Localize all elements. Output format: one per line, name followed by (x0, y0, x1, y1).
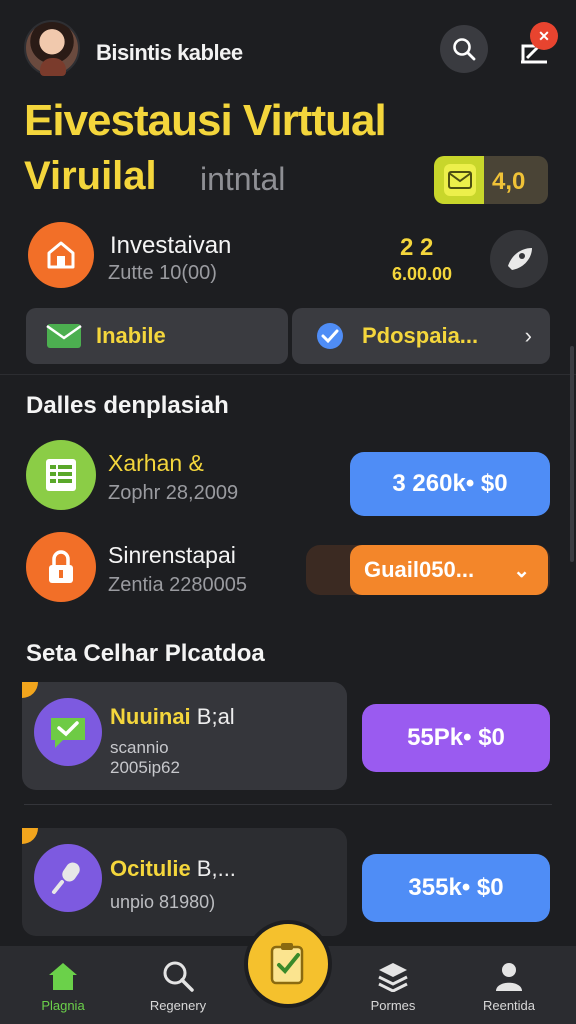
page-title: Eivestausi Virttual (24, 96, 387, 145)
user-icon (491, 958, 527, 994)
asset-dropdown-label: Guail050... (364, 557, 475, 582)
search-button[interactable] (440, 25, 488, 73)
product-card[interactable]: Ocitulie B,... unpio 81980) (22, 828, 347, 936)
quick-action-right[interactable]: Pdospaia... › (292, 308, 550, 364)
quick-action-left[interactable]: Inabile (26, 308, 288, 364)
avatar-shirt (40, 58, 66, 76)
card-value-button[interactable]: 355k• $0 (362, 854, 550, 922)
asset-dropdown[interactable]: Guail050... ⌄ (350, 545, 548, 595)
nav-search[interactable]: Regenery (128, 946, 228, 1024)
chat-check-icon (34, 698, 102, 766)
mail-chart-icon (44, 321, 84, 351)
investment-amount: 6.00.00 (392, 264, 453, 284)
nav-account[interactable]: Reentida (459, 946, 559, 1024)
investment-action-button[interactable] (490, 230, 548, 288)
checklist-icon (270, 943, 304, 985)
app-header: Bisintis kablee ✕ (0, 0, 576, 100)
asset-value-button[interactable]: 3 260k• $0 (350, 452, 550, 516)
card-title: Nuuinai B;al (110, 704, 235, 729)
chevron-down-icon: ⌄ (513, 559, 530, 582)
lock-icon (26, 532, 96, 602)
card-value-button[interactable]: 55Pk• $0 (362, 704, 550, 772)
stack-icon (375, 958, 411, 994)
section-title-1: Dalles denplasiah (26, 392, 229, 419)
investment-summary[interactable]: Investaivan Zutte 10(00) 2 2 6.00.00 (20, 220, 556, 292)
search-icon (453, 38, 476, 61)
investment-title: Investaivan (110, 232, 232, 259)
product-card[interactable]: Nuuinai B;al scannio 2005ip62 (22, 682, 347, 790)
balance-value: 4,0 (492, 168, 526, 195)
section-title-2: Seta Celhar Plcatdoa (26, 640, 265, 667)
nav-search-label: Regenery (149, 998, 207, 1013)
balance-chip[interactable]: 4,0 (434, 156, 548, 204)
quick-action-right-label: Pdospaia... (362, 323, 479, 348)
account-name: Bisintis kablee (96, 40, 243, 65)
card-detail: 2005ip62 (110, 758, 180, 777)
nav-home[interactable]: Plagnia (13, 946, 113, 1024)
asset-sub: Zentia 2280005 (108, 574, 248, 596)
notification-badge[interactable]: ✕ (530, 22, 558, 50)
mail-icon (444, 164, 476, 196)
divider (0, 374, 576, 375)
search-icon (160, 958, 196, 994)
investment-value: 2 2 (400, 234, 434, 261)
quick-action-left-label: Inabile (96, 323, 166, 348)
page-subtitle: Viruilal (24, 154, 157, 198)
avatar[interactable] (24, 20, 80, 76)
divider (24, 804, 552, 805)
asset-sub: Zophr 28,2009 (108, 482, 239, 504)
microphone-icon (34, 844, 102, 912)
nav-account-label: Reentida (482, 998, 536, 1013)
scrollbar[interactable] (570, 346, 574, 562)
asset-name: Sinrenstapai (108, 542, 236, 568)
asset-name: Xarhan & (108, 450, 204, 476)
card-title: Ocitulie B,... (110, 856, 236, 881)
chevron-right-icon: › (524, 323, 532, 348)
check-badge-icon (310, 321, 350, 351)
card-subtitle: unpio 81980) (110, 892, 216, 912)
card-subtitle: scannio (110, 738, 169, 757)
house-icon (28, 222, 94, 288)
investment-subtitle: Zutte 10(00) (108, 262, 217, 284)
rocket-icon (508, 248, 532, 270)
fab-button[interactable] (244, 920, 332, 1008)
page-subtitle-secondary: intntal (200, 161, 286, 197)
nav-forms-label: Pormes (370, 998, 416, 1013)
spreadsheet-icon (26, 440, 96, 510)
home-icon (45, 958, 81, 994)
nav-forms[interactable]: Pormes (343, 946, 443, 1024)
nav-home-label: Plagnia (41, 998, 85, 1013)
